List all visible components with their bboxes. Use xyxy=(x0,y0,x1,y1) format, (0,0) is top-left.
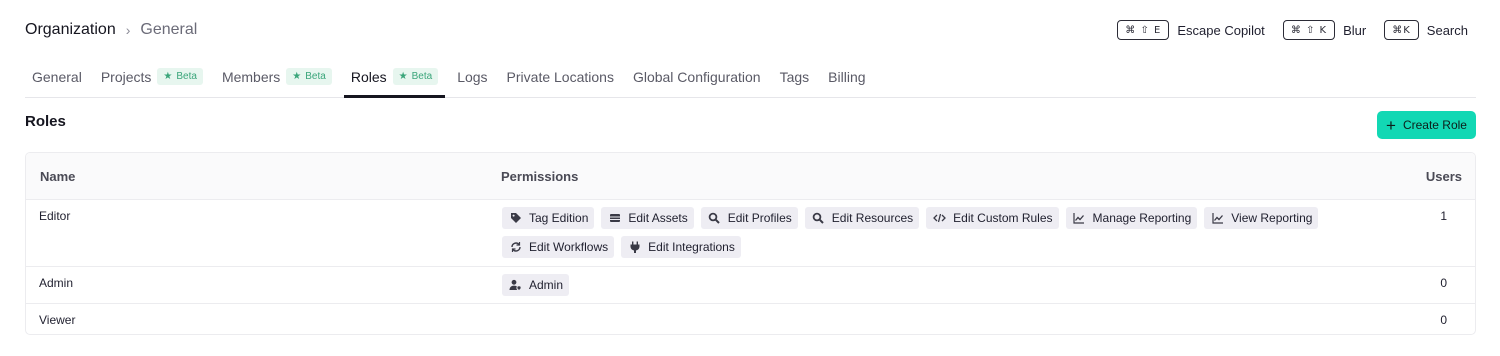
beta-label: Beta xyxy=(305,71,326,82)
shortcut-keys: ⌘ ⇧ E xyxy=(1117,20,1170,40)
admin-user-icon xyxy=(509,279,522,292)
permission-label: Edit Workflows xyxy=(529,240,609,254)
shortcut-label: Search xyxy=(1426,22,1468,38)
permission-chip: Edit Assets xyxy=(601,207,694,229)
tag-icon xyxy=(509,212,522,225)
star-icon: ★ xyxy=(163,71,173,82)
beta-badge: ★ Beta xyxy=(157,68,203,85)
user-count: 0 xyxy=(1440,276,1447,290)
chart-icon xyxy=(1073,212,1086,225)
permission-chip: Edit Integrations xyxy=(621,236,741,258)
permission-chip: Admin xyxy=(502,274,570,296)
shortcut-label: Blur xyxy=(1343,22,1367,38)
beta-badge: ★ Beta xyxy=(286,68,332,85)
tab-members[interactable]: Members ★ Beta xyxy=(215,56,339,97)
permission-label: View Reporting xyxy=(1231,211,1313,225)
shortcut-keys: ⌘K xyxy=(1384,20,1419,40)
tab-roles[interactable]: Roles ★ Beta xyxy=(343,56,446,98)
shortcut-keys: ⌘ ⇧ K xyxy=(1282,20,1336,40)
section-title: Roles xyxy=(25,113,66,130)
permission-chip: Edit Custom Rules xyxy=(926,207,1059,229)
plug-icon xyxy=(628,241,641,254)
beta-badge: ★ Beta xyxy=(392,68,439,85)
roles-table: Name Permissions Users Editor Tag Edition… xyxy=(25,152,1476,335)
column-header-users[interactable]: Users xyxy=(1426,169,1462,184)
role-name: Admin xyxy=(39,276,74,290)
tab-projects[interactable]: Projects ★ Beta xyxy=(94,56,210,97)
table-body: Editor Tag Edition Edit Assets Edit Profile… xyxy=(26,200,1475,334)
plus-icon: + xyxy=(1386,115,1396,135)
permission-label: Manage Reporting xyxy=(1092,211,1192,225)
permission-chip: View Reporting xyxy=(1204,207,1319,229)
tab-general[interactable]: General xyxy=(25,56,89,97)
user-count: 1 xyxy=(1440,209,1447,223)
tab-private-locations[interactable]: Private Locations xyxy=(500,56,621,97)
create-role-button[interactable]: + Create Role xyxy=(1377,111,1476,139)
chevron-right-icon: › xyxy=(125,22,131,38)
assets-icon xyxy=(608,212,621,225)
magnifier-icon xyxy=(812,212,825,225)
star-icon: ★ xyxy=(292,71,302,82)
table-row[interactable]: Editor Tag Edition Edit Assets Edit Profile… xyxy=(26,200,1475,267)
tab-label: Members xyxy=(221,68,281,85)
table-row[interactable]: Admin Admin 0 xyxy=(26,267,1475,304)
role-name: Editor xyxy=(39,209,71,223)
tab-label: General xyxy=(32,68,82,85)
breadcrumb-current: General xyxy=(140,21,198,38)
table-row[interactable]: Viewer 0 xyxy=(26,304,1475,334)
breadcrumb: Organization › General xyxy=(25,21,197,39)
shortcut-label: Escape Copilot xyxy=(1177,22,1265,38)
tab-label: Private Locations xyxy=(506,68,614,85)
permission-chip: Edit Workflows xyxy=(502,236,615,258)
beta-label: Beta xyxy=(176,71,197,82)
tab-billing[interactable]: Billing xyxy=(821,56,872,97)
tab-label: Billing xyxy=(828,68,866,85)
create-role-label: Create Role xyxy=(1402,118,1467,132)
tab-global-configuration[interactable]: Global Configuration xyxy=(626,56,768,97)
tab-label: Projects xyxy=(100,68,152,85)
code-icon xyxy=(933,212,947,225)
table-header: Name Permissions Users xyxy=(26,153,1475,200)
permission-label: Edit Profiles xyxy=(727,211,792,225)
permission-label: Admin xyxy=(529,278,564,292)
permission-label: Edit Custom Rules xyxy=(953,211,1053,225)
chart-icon xyxy=(1211,212,1224,225)
shortcut-bar: ⌘ ⇧ E Escape Copilot ⌘ ⇧ K Blur ⌘K Searc… xyxy=(1117,20,1468,40)
tab-bar: General Projects ★ Beta Members ★ Beta Roles ★ Be… xyxy=(25,56,1476,98)
tab-label: Tags xyxy=(779,68,810,85)
permission-label: Edit Integrations xyxy=(648,240,735,254)
tab-label: Global Configuration xyxy=(632,68,761,85)
permission-list: Admin xyxy=(502,274,1332,296)
permission-label: Edit Resources xyxy=(831,211,914,225)
column-header-permissions: Permissions xyxy=(501,168,579,184)
permission-chip: Manage Reporting xyxy=(1065,207,1198,229)
permission-label: Edit Assets xyxy=(628,211,688,225)
page-header: Organization › General ⌘ ⇧ E Escape Copi… xyxy=(25,18,1468,42)
tab-label: Logs xyxy=(457,68,488,85)
breadcrumb-root[interactable]: Organization xyxy=(25,21,116,39)
star-icon: ★ xyxy=(398,71,408,82)
shortcut-blur[interactable]: ⌘ ⇧ K Blur xyxy=(1282,20,1367,40)
permission-chip: Tag Edition xyxy=(502,207,595,229)
beta-label: Beta xyxy=(411,71,433,82)
column-header-name[interactable]: Name xyxy=(40,169,75,184)
user-count: 0 xyxy=(1440,313,1447,327)
permission-list: Tag Edition Edit Assets Edit Profiles Edit … xyxy=(502,207,1332,258)
shortcut-search[interactable]: ⌘K Search xyxy=(1384,20,1468,40)
magnifier-icon xyxy=(708,212,721,225)
permission-chip: Edit Profiles xyxy=(700,207,798,229)
tab-logs[interactable]: Logs xyxy=(450,56,494,97)
role-name: Viewer xyxy=(39,313,76,327)
permission-label: Tag Edition xyxy=(529,211,589,225)
shortcut-escape-copilot[interactable]: ⌘ ⇧ E Escape Copilot xyxy=(1117,20,1265,40)
workflow-icon xyxy=(509,241,522,254)
tab-tags[interactable]: Tags xyxy=(773,56,817,97)
permission-chip: Edit Resources xyxy=(804,207,920,229)
tab-label: Roles xyxy=(350,68,387,85)
